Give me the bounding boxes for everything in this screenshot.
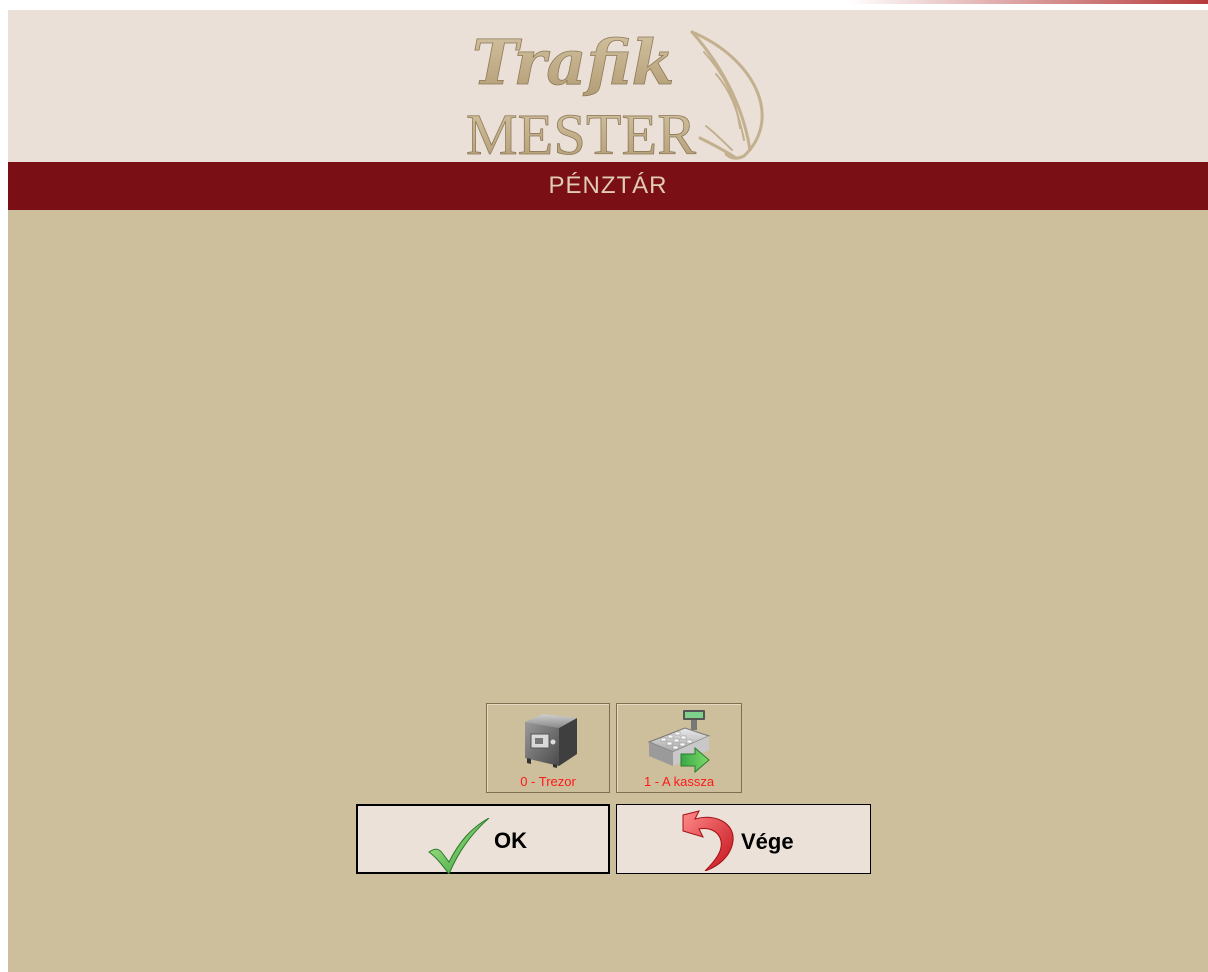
feather-icon: [690, 30, 764, 160]
logo-text-trafik: Trafik: [472, 26, 675, 99]
tile-trezor[interactable]: 0 - Trezor: [486, 703, 610, 793]
vege-button-label: Vége: [741, 829, 794, 854]
cash-register-icon: [643, 708, 715, 779]
page-title: PÉNZTÁR: [8, 162, 1208, 210]
checkmark-icon: [427, 817, 491, 879]
ok-button[interactable]: OK: [356, 804, 610, 875]
tile-a-kassza-label: 1 - A kassza: [643, 774, 715, 789]
ok-button-label: OK: [494, 828, 527, 853]
trafik-mester-logo: Trafik MESTER: [454, 18, 776, 162]
vege-button[interactable]: Vége: [616, 804, 871, 874]
header: Trafik MESTER: [8, 10, 1208, 162]
tile-a-kassza[interactable]: 1 - A kassza: [616, 703, 742, 793]
tile-trezor-label: 0 - Trezor: [520, 774, 576, 789]
app-window: Trafik MESTER PÉNZTÁR 0 - Trezor 1 - A k…: [8, 10, 1208, 972]
logo-graphic: Trafik MESTER: [466, 26, 764, 162]
safe-icon: [515, 708, 581, 775]
return-arrow-icon: [681, 809, 737, 876]
logo-text-mester: MESTER: [466, 102, 696, 162]
top-accent-line: [848, 0, 1208, 4]
window-top-edge: [0, 0, 1208, 10]
